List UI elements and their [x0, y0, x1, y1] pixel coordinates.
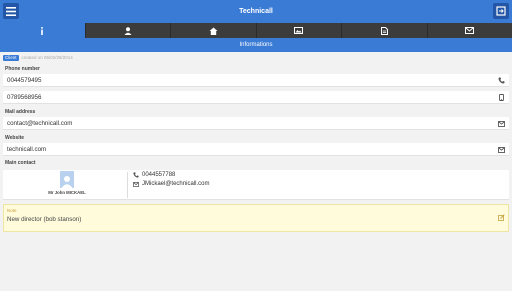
contact-email: JMickael@technicall.com: [142, 181, 210, 187]
contact-email-line[interactable]: JMickael@technicall.com: [133, 181, 209, 187]
note-card: Note New director (bob stanson): [3, 204, 509, 232]
avatar: [60, 171, 74, 188]
info-panel: Client created on 05/02/28/2014 Phone nu…: [0, 52, 512, 291]
divider: [127, 172, 128, 198]
tab-contacts[interactable]: [86, 23, 171, 38]
mail-label: Mail address: [5, 109, 36, 115]
note-label: Note: [7, 208, 17, 213]
document-icon: [380, 26, 388, 35]
info-icon: [41, 26, 44, 35]
section-title: Informations: [0, 38, 512, 52]
tab-messages[interactable]: [428, 23, 512, 38]
exit-icon: [496, 6, 506, 16]
main-contact-card[interactable]: Mr John MICKAEL 0044557788 JMickael@tech…: [3, 170, 509, 200]
edit-icon[interactable]: [498, 208, 505, 221]
mail-value: contact@technicall.com: [7, 120, 73, 127]
phone-value-1: 0044579495: [7, 77, 42, 84]
website-label: Website: [5, 135, 25, 141]
tab-documents[interactable]: [342, 23, 428, 38]
phone-icon: [133, 172, 139, 178]
phone-row-2[interactable]: 0789568956: [3, 91, 509, 104]
contact-phone-line[interactable]: 0044557788: [133, 172, 175, 178]
tab-info[interactable]: [0, 23, 86, 38]
person-silhouette-icon: [61, 176, 73, 188]
main-contact-label: Main contact: [5, 160, 36, 166]
phone-label: Phone number: [5, 66, 41, 72]
mobile-icon[interactable]: [498, 94, 505, 101]
mail-icon: [465, 27, 475, 34]
image-icon: [294, 27, 304, 34]
user-icon: [124, 26, 132, 35]
website-row[interactable]: technicall.com: [3, 143, 509, 156]
home-icon: [209, 27, 218, 35]
app-header: Technicall: [0, 0, 512, 23]
envelope-icon[interactable]: [498, 146, 505, 153]
contact-phone: 0044557788: [142, 172, 176, 178]
tab-home[interactable]: [171, 23, 257, 38]
phone-row-1[interactable]: 0044579495: [3, 74, 509, 87]
envelope-icon: [133, 181, 139, 187]
logout-button[interactable]: [493, 3, 509, 19]
envelope-icon[interactable]: [498, 120, 505, 127]
phone-value-2: 0789568956: [7, 94, 42, 101]
website-value: technicall.com: [7, 146, 47, 153]
created-date: created on 05/02/28/2014: [21, 55, 73, 60]
note-text: New director (bob stanson): [7, 216, 82, 223]
app-title: Technicall: [239, 8, 273, 15]
phone-icon[interactable]: [498, 77, 505, 84]
contact-name: Mr John MICKAEL: [48, 190, 86, 195]
tab-images[interactable]: [257, 23, 342, 38]
client-badge: Client: [3, 54, 19, 61]
client-meta: Client created on 05/02/28/2014: [3, 54, 73, 61]
tab-bar: [0, 23, 512, 38]
mail-row[interactable]: contact@technicall.com: [3, 117, 509, 130]
